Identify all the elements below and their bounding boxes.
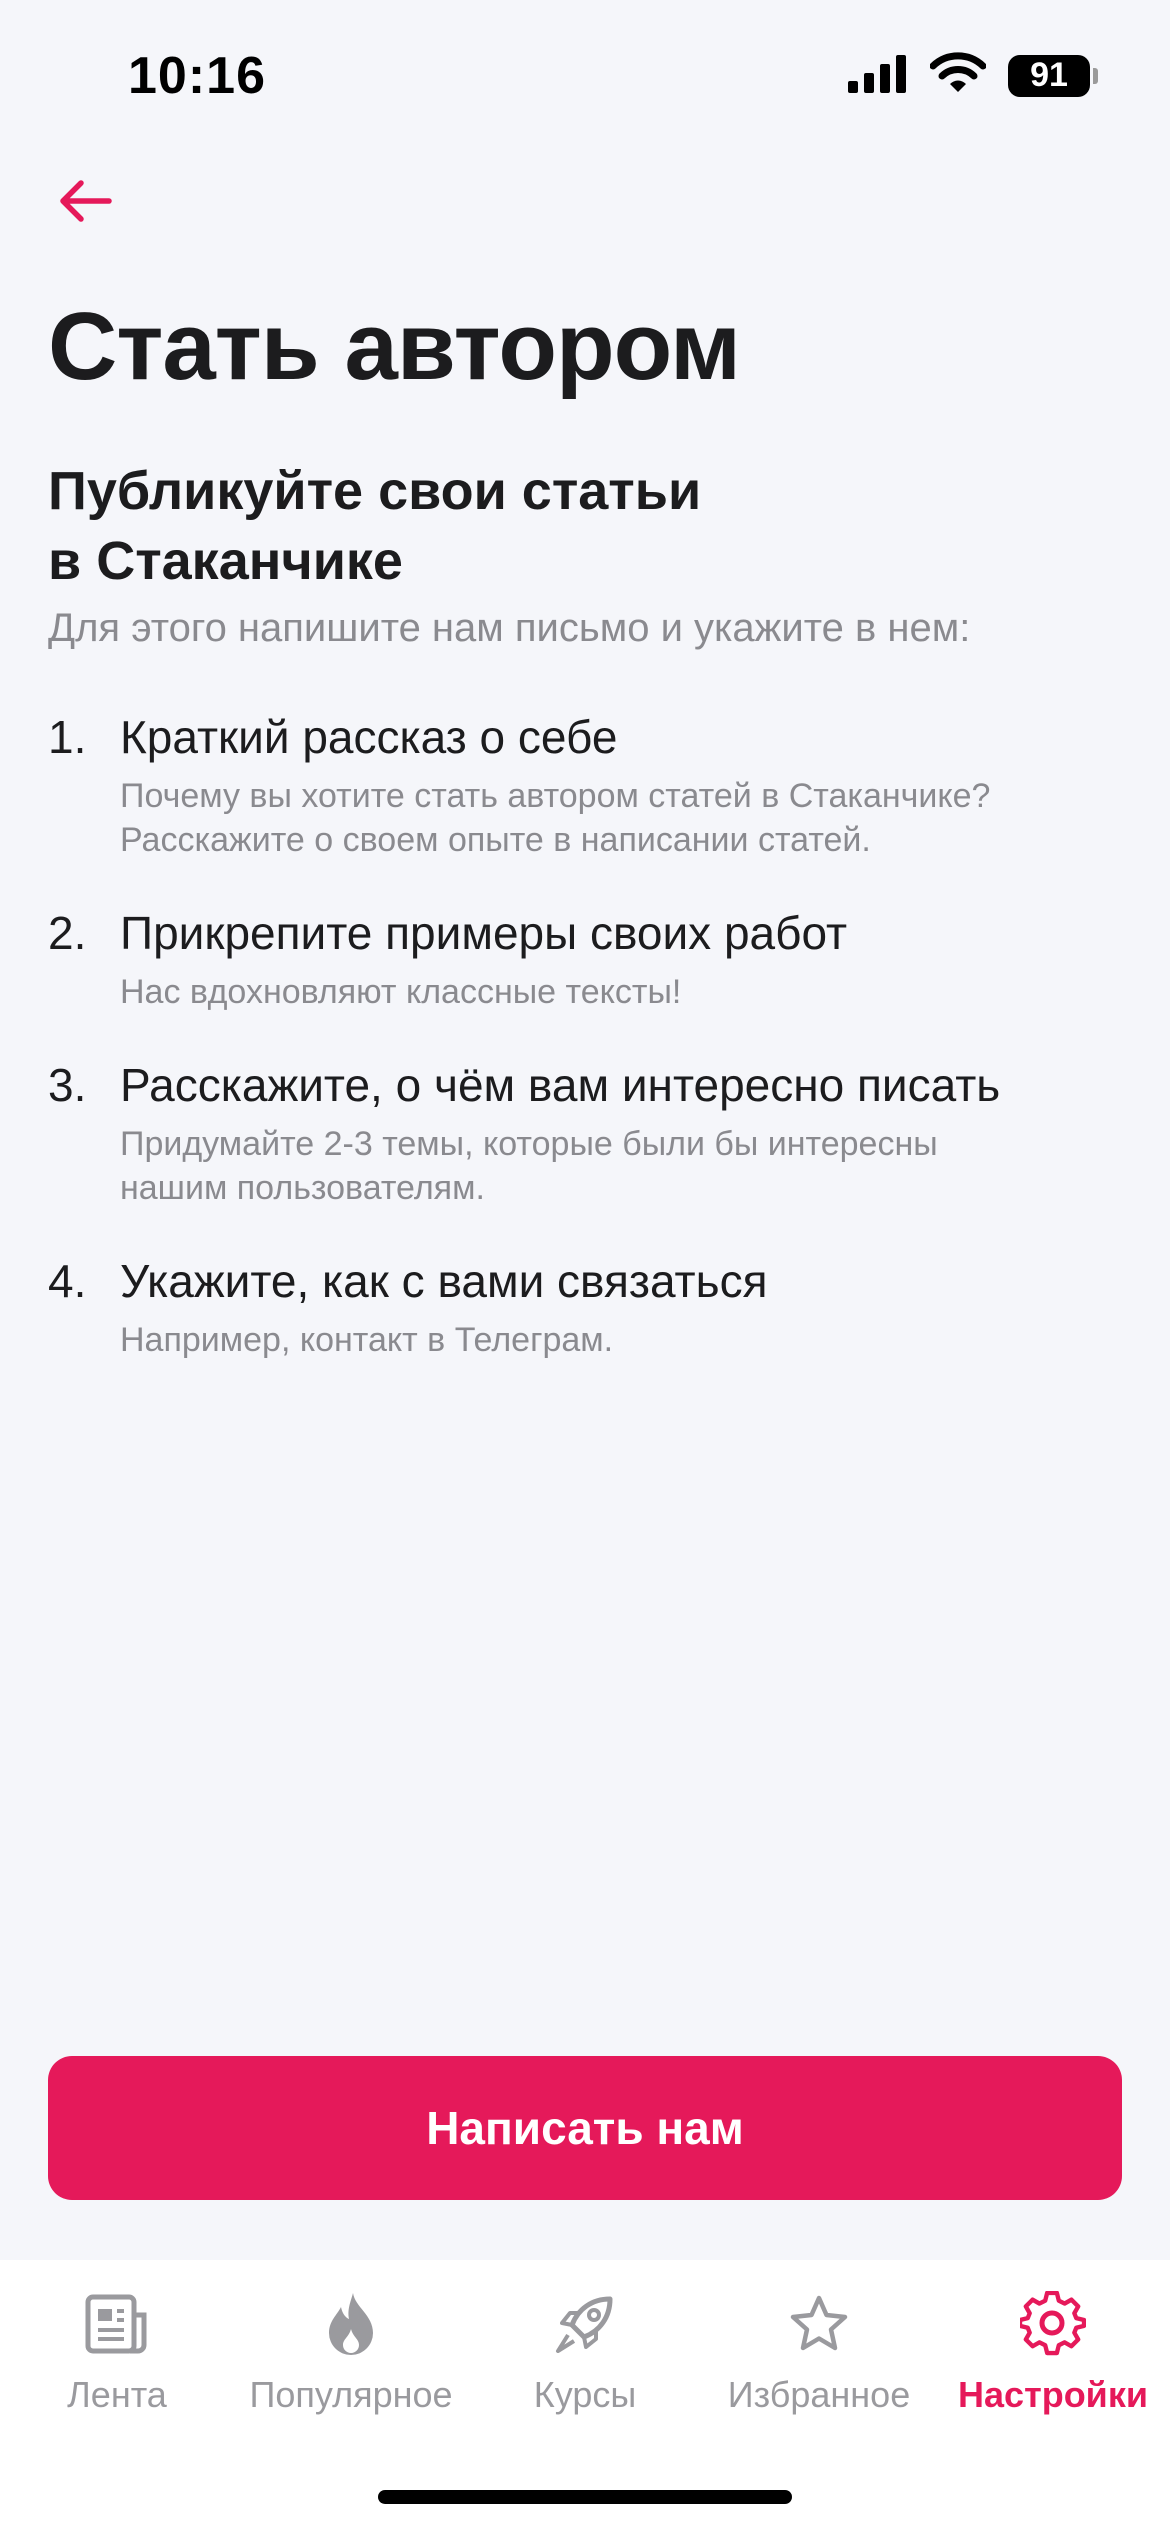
- step-description-line: Почему вы хотите стать автором статей в …: [120, 777, 991, 815]
- subtitle: Публикуйте свои статьи в Стаканчике: [48, 456, 948, 596]
- wifi-icon: [929, 52, 987, 99]
- home-indicator: [378, 2490, 792, 2504]
- tab-settings[interactable]: Настройки: [936, 2260, 1170, 2532]
- step-title: Укажите, как с вами связаться: [120, 1255, 768, 1307]
- step-item: 2. Прикрепите примеры своих работ Нас вд…: [48, 902, 1128, 1014]
- back-button[interactable]: [50, 168, 120, 238]
- step-item: 1. Краткий рассказ о себе Почему вы хоти…: [48, 706, 1128, 862]
- step-description-line: Придумайте 2-3 темы, которые были бы инт…: [120, 1125, 938, 1163]
- status-bar: 10:16 91: [0, 0, 1170, 150]
- step-description: Например, контакт в Телеграм.: [120, 1318, 1128, 1362]
- battery-icon: 91: [1008, 54, 1098, 97]
- subtitle-line: Публикуйте свои статьи: [48, 461, 702, 521]
- tab-label: Избранное: [727, 2374, 911, 2415]
- step-description: Нас вдохновляют классные тексты!: [120, 970, 1128, 1014]
- battery-level: 91: [1030, 56, 1068, 94]
- gear-icon: [1017, 2288, 1089, 2360]
- step-description-line: Нас вдохновляют классные тексты!: [120, 973, 682, 1011]
- step-title: Прикрепите примеры своих работ: [120, 907, 848, 959]
- subtitle-line: в Стаканчике: [48, 531, 403, 591]
- arrow-left-icon: [57, 178, 113, 229]
- news-icon: [81, 2288, 153, 2360]
- step-number: 2.: [48, 907, 87, 959]
- write-us-button[interactable]: Написать нам: [48, 2056, 1122, 2200]
- step-item: 4. Укажите, как с вами связаться Наприме…: [48, 1250, 1128, 1362]
- tab-label: Лента: [67, 2374, 167, 2415]
- tab-feed[interactable]: Лента: [0, 2260, 234, 2532]
- step-description: Почему вы хотите стать автором статей в …: [120, 774, 1128, 862]
- status-time: 10:16: [128, 47, 266, 105]
- step-number: 1.: [48, 711, 87, 763]
- page-title: Стать автором: [48, 293, 741, 400]
- cellular-signal-icon: [848, 53, 908, 98]
- tab-label: Популярное: [249, 2374, 453, 2415]
- tab-label: Курсы: [533, 2374, 637, 2415]
- step-description-line: Расскажите о своем опыте в написании ста…: [120, 821, 871, 859]
- step-title: Краткий рассказ о себе: [120, 711, 618, 763]
- step-number: 3.: [48, 1059, 87, 1111]
- tab-label: Настройки: [958, 2374, 1148, 2415]
- step-description-line: нашим пользователям.: [120, 1169, 485, 1207]
- step-item: 3. Расскажите, о чём вам интересно писат…: [48, 1054, 1128, 1210]
- step-number: 4.: [48, 1255, 87, 1307]
- flame-icon: [315, 2288, 387, 2360]
- intro-text: Для этого напишите нам письмо и укажите …: [48, 606, 971, 650]
- star-icon: [783, 2288, 855, 2360]
- screen: 10:16 91 Стать автором Публикуйте свои с…: [0, 0, 1170, 2532]
- status-icons: 91: [848, 52, 1098, 99]
- step-description-line: Например, контакт в Телеграм.: [120, 1321, 614, 1359]
- steps-list: 1. Краткий рассказ о себе Почему вы хоти…: [48, 706, 1128, 1402]
- step-description: Придумайте 2-3 темы, которые были бы инт…: [120, 1122, 1128, 1210]
- step-title: Расскажите, о чём вам интересно писать: [120, 1059, 1001, 1111]
- rocket-icon: [549, 2288, 621, 2360]
